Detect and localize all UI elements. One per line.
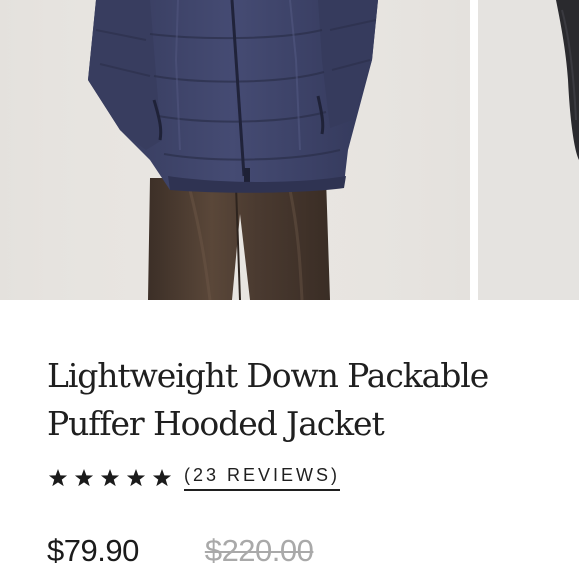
price-row: $79.90 $220.00 (47, 531, 314, 571)
sale-price: $79.90 (47, 533, 139, 568)
star-icon (74, 469, 94, 487)
product-photo (0, 0, 470, 300)
product-image-carousel[interactable] (0, 0, 579, 300)
product-rating: (23 REVIEWS) (47, 464, 341, 492)
product-title: Lightweight Down Packable Puffer Hooded … (47, 356, 489, 443)
product-photo (478, 0, 579, 300)
product-image-next[interactable] (478, 0, 579, 300)
reviews-link[interactable]: (23 REVIEWS) (184, 465, 341, 491)
star-icon (152, 469, 172, 487)
product-image-main[interactable] (0, 0, 470, 300)
star-icon (126, 469, 146, 487)
star-icon (100, 469, 120, 487)
original-price: $220.00 (204, 533, 314, 568)
star-icon (48, 469, 68, 487)
star-rating (47, 467, 173, 489)
